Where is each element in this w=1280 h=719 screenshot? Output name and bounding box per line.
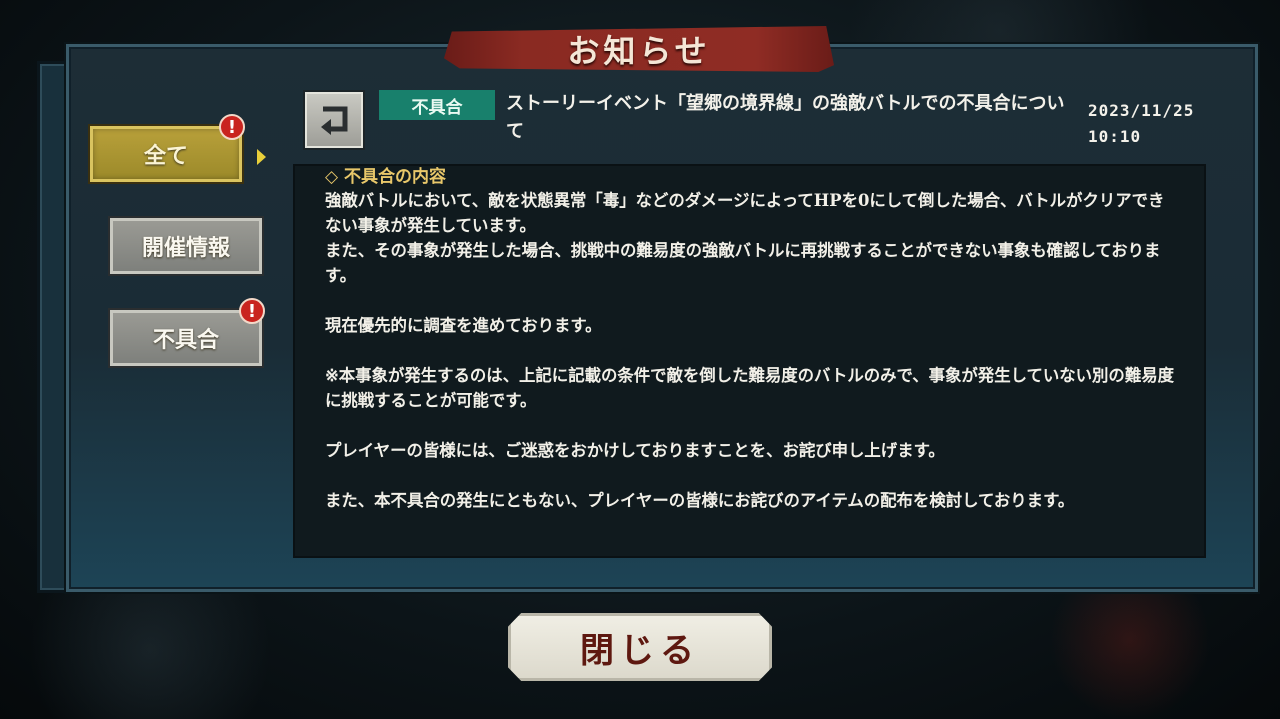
tab-all-label: 全て bbox=[143, 143, 188, 169]
article-timestamp: 2023/11/25 10:10 bbox=[1088, 98, 1218, 150]
tab-event-info-label: 開催情報 bbox=[141, 235, 230, 261]
triangle-right-icon bbox=[257, 149, 266, 165]
article-date: 2023/11/25 bbox=[1088, 101, 1195, 120]
close-button[interactable]: 閉じる bbox=[508, 613, 772, 681]
tab-bug-report[interactable]: 不具合 bbox=[110, 310, 262, 366]
tab-bug-report-label: 不具合 bbox=[152, 327, 219, 353]
back-button[interactable] bbox=[305, 92, 363, 148]
article-title: ストーリーイベント「望郷の境界線」の強敵バトルでの不具合について bbox=[506, 93, 1065, 142]
section-heading: ◇ 不具合の内容 bbox=[325, 167, 446, 187]
exclamation-icon: ! bbox=[219, 114, 245, 140]
close-button-label: 閉じる bbox=[580, 630, 700, 671]
dialog-title: お知らせ bbox=[567, 32, 711, 70]
article-body-text: 強敵バトルにおいて、敵を状態異常「毒」などのダメージによってHPを0にして倒した… bbox=[325, 191, 1174, 510]
dialog-title-banner: お知らせ bbox=[444, 26, 834, 72]
article-time: 10:10 bbox=[1088, 127, 1142, 146]
exclamation-icon: ! bbox=[239, 298, 265, 324]
back-arrow-icon bbox=[321, 106, 348, 135]
category-badge: 不具合 bbox=[379, 90, 495, 120]
article-body[interactable]: ◇ 不具合の内容 強敵バトルにおいて、敵を状態異常「毒」などのダメージによってH… bbox=[293, 164, 1206, 558]
tab-all[interactable]: 全て bbox=[90, 126, 242, 182]
tab-event-info[interactable]: 開催情報 bbox=[110, 218, 262, 274]
